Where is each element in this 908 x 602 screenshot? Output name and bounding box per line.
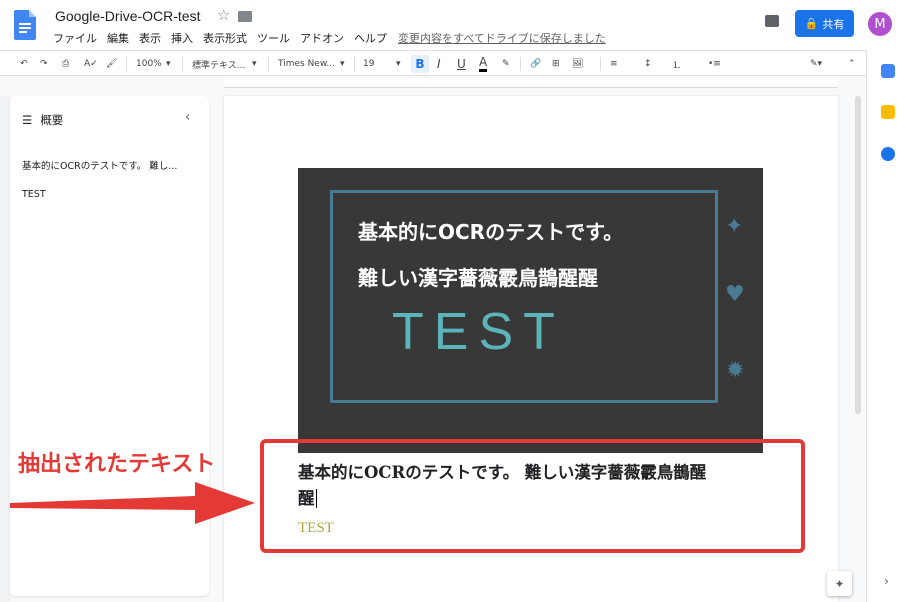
outline-item[interactable]: 基本的にOCRのテストです。 難し... [22,158,177,172]
outline-icon: ☰ [22,113,33,127]
scroll-thumb[interactable] [855,96,861,414]
zoom-select[interactable]: 100% [136,55,162,73]
heart-icon: ♥ [725,282,745,307]
collapse-chevron-icon[interactable]: ‹ [185,110,190,125]
sparkle-icon: ✦ [725,214,744,239]
annotation-arrow [10,482,255,524]
chevron-down-icon: ▾ [340,59,345,69]
bulleted-list-icon[interactable]: •≡ [708,55,721,73]
chevron-down-icon: ▾ [252,59,257,69]
divider [354,57,355,71]
menu-view[interactable]: 表示 [139,30,161,46]
right-side-panel: › [866,50,908,602]
menu-bar: ファイル 編集 表示 挿入 表示形式 ツール アドオン ヘルプ [53,30,387,46]
menu-edit[interactable]: 編集 [107,30,129,46]
add-comment-icon[interactable]: ⊞ [552,55,560,73]
print-icon[interactable]: ⎙ [62,55,69,73]
image-test-text: TEST [392,303,565,361]
share-label: 共有 [822,17,845,31]
saved-status-link[interactable]: 変更内容をすべてドライブに保存しました [398,30,606,46]
menu-insert[interactable]: 挿入 [171,30,193,46]
image-text-line2: 難しい漢字薔薇霰鳥鵲醒醒 [358,266,598,290]
menu-tools[interactable]: ツール [257,30,290,46]
divider [126,57,127,71]
underline-button[interactable]: U [457,55,466,73]
explore-icon: ✦ [834,576,845,591]
keep-icon[interactable] [881,105,895,119]
menu-file[interactable]: ファイル [53,30,97,46]
divider [520,57,521,71]
embedded-image[interactable]: 基本的にOCRのテストです。 難しい漢字薔薇霰鳥鵲醒醒 TEST ✦ ♥ ✹ [298,168,763,453]
calendar-icon[interactable] [881,64,895,78]
style-select[interactable]: 標準テキス... [192,55,245,73]
font-size-select[interactable]: 19 [363,55,374,73]
explore-button[interactable]: ✦ [827,571,852,596]
spellcheck-icon[interactable]: A✓ [84,55,98,73]
redo-icon[interactable]: ↷ [40,55,48,73]
burst-icon: ✹ [726,358,745,383]
chevron-up-icon[interactable]: ⌃ [848,55,856,73]
menu-help[interactable]: ヘルプ [354,30,387,46]
line-spacing-icon[interactable]: ↕ [644,55,652,73]
tasks-icon[interactable] [881,147,895,161]
undo-icon[interactable]: ↶ [20,55,28,73]
comments-icon[interactable] [765,15,779,27]
highlight-icon[interactable]: ✎ [502,55,510,73]
chevron-down-icon: ▾ [396,59,401,69]
editing-mode-icon[interactable]: ✎▾ [810,55,822,73]
text-color-button[interactable]: A [479,55,488,72]
bold-button[interactable]: B [411,55,429,73]
star-icon[interactable]: ☆ [217,6,230,24]
divider [600,57,601,71]
align-icon[interactable]: ≡ [610,55,618,73]
link-icon[interactable]: 🔗 [530,55,541,73]
outline-item[interactable]: TEST [22,189,46,200]
outline-header: ☰ 概要 [22,112,63,128]
docs-logo-icon[interactable] [14,10,36,40]
divider [182,57,183,71]
vertical-ruler[interactable] [0,96,10,602]
insert-image-icon[interactable]: 🖼 [572,55,583,73]
avatar[interactable]: M [868,12,892,36]
menu-addons[interactable]: アドオン [300,30,344,46]
doc-title[interactable]: Google-Drive-OCR-test [55,8,200,24]
lock-icon: 🔒 [804,17,819,30]
horizontal-ruler[interactable] [224,78,838,88]
font-select[interactable]: Times New... [278,55,335,73]
divider [268,57,269,71]
image-text-line1: 基本的にOCRのテストです。 [358,220,624,244]
italic-button[interactable]: I [437,55,441,73]
scrollbar[interactable] [853,96,862,416]
paint-format-icon[interactable]: 🖌 [106,55,117,73]
toolbar: ↶ ↷ ⎙ A✓ 🖌 100% ▾ 標準テキス... ▾ Times New..… [0,50,866,76]
numbered-list-icon[interactable]: ⒈ [672,55,681,73]
annotation-highlight-box [260,439,805,553]
chevron-down-icon: ▾ [166,59,171,69]
menu-format[interactable]: 表示形式 [203,30,247,46]
expand-chevron-icon[interactable]: › [884,574,889,588]
folder-icon[interactable] [238,11,252,22]
top-bar: Google-Drive-OCR-test ☆ ファイル 編集 表示 挿入 表示… [0,0,908,50]
outline-title: 概要 [40,113,64,127]
share-button[interactable]: 🔒 共有 [795,10,854,37]
